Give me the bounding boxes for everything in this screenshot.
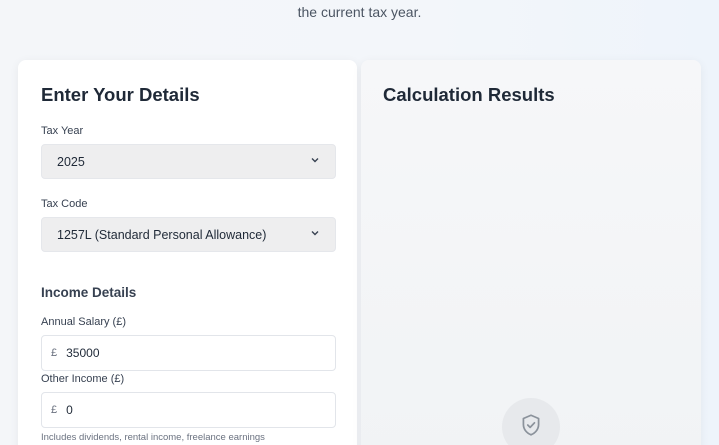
salary-label: Annual Salary (£) (41, 316, 126, 328)
chevron-down-icon (310, 155, 320, 168)
results-title: Calculation Results (383, 84, 555, 105)
tax-year-label: Tax Year (41, 125, 84, 137)
results-card: Calculation Results (361, 60, 701, 445)
salary-input[interactable]: £ 35000 (41, 335, 336, 371)
salary-value: 35000 (66, 346, 100, 360)
tax-code-select[interactable]: 1257L (Standard Personal Allowance) (41, 217, 336, 252)
other-income-hint: Includes dividends, rental income, freel… (41, 432, 265, 443)
results-placeholder-circle (502, 398, 560, 445)
intro-text: the current tax year. (0, 4, 719, 20)
tax-year-value: 2025 (57, 154, 85, 169)
intro-line-2: the current tax year. (297, 4, 422, 20)
shield-check-icon (518, 412, 544, 443)
tax-code-label: Tax Code (41, 198, 88, 210)
other-income-input[interactable]: £ 0 (41, 392, 336, 428)
other-income-value: 0 (66, 403, 73, 417)
details-card: Enter Your Details Tax Year 2025 Tax Cod… (18, 60, 357, 445)
income-section-title: Income Details (41, 285, 137, 300)
details-title: Enter Your Details (41, 84, 200, 105)
tax-code-value: 1257L (Standard Personal Allowance) (57, 227, 267, 242)
tax-year-select[interactable]: 2025 (41, 144, 336, 179)
chevron-down-icon (310, 228, 320, 241)
currency-symbol: £ (51, 404, 58, 416)
other-income-label: Other Income (£) (41, 373, 125, 385)
currency-symbol: £ (51, 347, 58, 359)
